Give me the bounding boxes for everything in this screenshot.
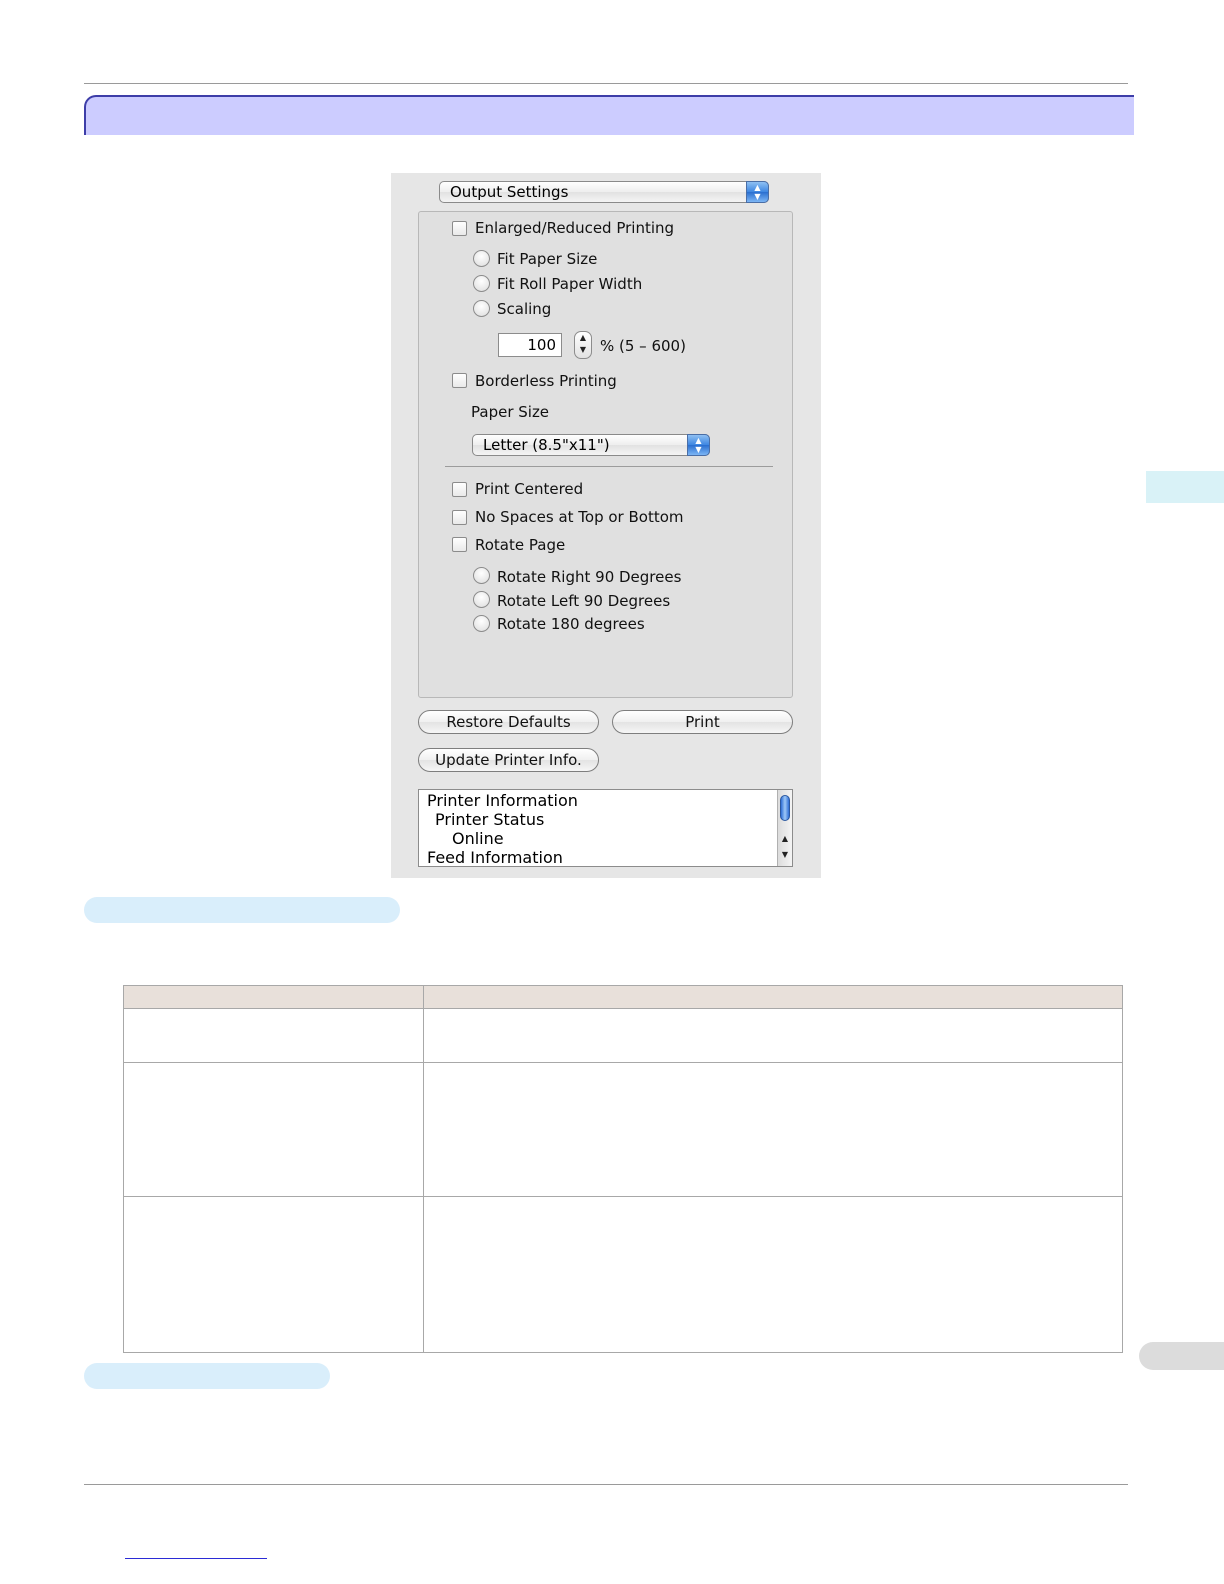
rotate-right-label: Rotate Right 90 Degrees — [497, 568, 682, 586]
list-scrollbar[interactable]: ▲ ▼ — [777, 790, 792, 866]
fit-roll-paper-width-label: Fit Roll Paper Width — [497, 275, 643, 293]
footer-link-underline[interactable] — [125, 1558, 267, 1559]
fit-roll-paper-width-radio[interactable] — [473, 275, 490, 292]
table-cell — [123, 1062, 424, 1197]
list-item: Printer Information — [427, 791, 578, 810]
list-item: Printer Status — [435, 810, 545, 829]
no-spaces-checkbox[interactable] — [452, 510, 467, 525]
top-rule — [84, 83, 1128, 84]
scaling-range-label: % (5 – 600) — [600, 337, 686, 355]
chapter-side-tab — [1146, 471, 1224, 503]
fit-paper-size-label: Fit Paper Size — [497, 250, 598, 268]
scroll-up-icon[interactable]: ▲ — [778, 834, 792, 844]
paper-size-value: Letter (8.5"x11") — [483, 436, 610, 454]
enlarged-reduced-label: Enlarged/Reduced Printing — [475, 219, 675, 237]
stepper-down-icon: ▼ — [579, 345, 587, 354]
print-button[interactable]: Print — [612, 710, 793, 734]
enlarged-reduced-checkbox[interactable] — [452, 221, 467, 236]
table-cell — [423, 1008, 1123, 1063]
group-separator — [445, 466, 773, 467]
update-printer-info-button[interactable]: Update Printer Info. — [418, 748, 599, 772]
list-item: Feed Information — [427, 848, 563, 867]
section-heading-pill — [84, 897, 400, 923]
table-header-cell — [123, 985, 424, 1009]
table-row — [123, 1196, 1123, 1353]
table-cell — [423, 1062, 1123, 1197]
list-item: Online — [452, 829, 504, 848]
rotate-180-label: Rotate 180 degrees — [497, 615, 645, 633]
table-header-row — [123, 985, 1123, 1009]
table-header-cell — [423, 985, 1123, 1009]
paper-size-label: Paper Size — [471, 403, 550, 421]
borderless-printing-checkbox[interactable] — [452, 373, 467, 388]
scroll-down-icon[interactable]: ▼ — [778, 850, 792, 860]
table-row — [123, 1062, 1123, 1197]
scaling-input[interactable]: 100 — [498, 333, 562, 357]
panel-select[interactable]: Output Settings ▲ ▼ — [439, 181, 769, 203]
page-side-tab — [1139, 1342, 1224, 1370]
paper-size-select[interactable]: Letter (8.5"x11") ▲ ▼ — [472, 434, 710, 456]
rotate-left-label: Rotate Left 90 Degrees — [497, 592, 671, 610]
rotate-page-checkbox[interactable] — [452, 537, 467, 552]
section-heading-pill — [84, 1363, 330, 1389]
stepper-up-icon: ▲ — [579, 333, 587, 342]
settings-table — [123, 985, 1123, 1353]
select-arrows-icon: ▲ ▼ — [687, 434, 710, 456]
scaling-stepper[interactable]: ▲ ▼ — [574, 331, 592, 359]
print-centered-label: Print Centered — [475, 480, 584, 498]
scrollbar-thumb[interactable] — [780, 795, 790, 821]
rotate-right-radio[interactable] — [473, 567, 490, 584]
borderless-printing-label: Borderless Printing — [475, 372, 617, 390]
scaling-radio[interactable] — [473, 300, 490, 317]
table-row — [123, 1008, 1123, 1063]
table-cell — [423, 1196, 1123, 1353]
section-title-band — [84, 95, 1134, 135]
bottom-rule — [84, 1484, 1128, 1485]
panel-select-value: Output Settings — [450, 183, 569, 201]
table-cell — [123, 1008, 424, 1063]
rotate-left-radio[interactable] — [473, 591, 490, 608]
table-cell — [123, 1196, 424, 1353]
rotate-180-radio[interactable] — [473, 615, 490, 632]
fit-paper-size-radio[interactable] — [473, 250, 490, 267]
rotate-page-label: Rotate Page — [475, 536, 566, 554]
print-centered-checkbox[interactable] — [452, 482, 467, 497]
scaling-label: Scaling — [497, 300, 552, 318]
no-spaces-label: No Spaces at Top or Bottom — [475, 508, 684, 526]
select-arrows-icon: ▲ ▼ — [746, 181, 769, 203]
restore-defaults-button[interactable]: Restore Defaults — [418, 710, 599, 734]
printer-info-list[interactable]: Printer Information Printer Status Onlin… — [418, 789, 793, 867]
